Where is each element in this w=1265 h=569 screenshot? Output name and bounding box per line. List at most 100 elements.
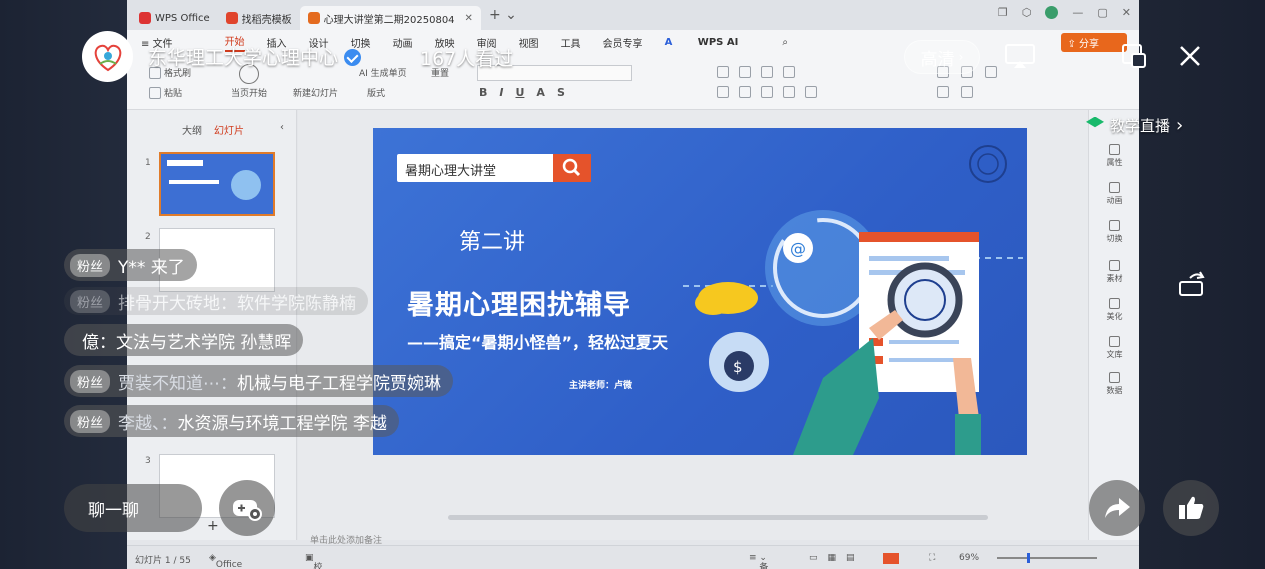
layout-button[interactable]: 版式 xyxy=(367,86,385,99)
fill-icon[interactable] xyxy=(985,66,997,78)
magnifier-icon xyxy=(553,154,591,182)
new-slide-button[interactable]: 新建幻灯片 xyxy=(293,86,338,99)
university-seal-icon xyxy=(969,145,1007,183)
tab-label: 找稻壳模板 xyxy=(241,14,292,26)
cast-icon xyxy=(1005,44,1035,68)
rail-library[interactable]: 文库 xyxy=(1089,336,1139,360)
add-slide-icon[interactable]: + xyxy=(207,518,219,534)
collapse-icon[interactable]: ‹ xyxy=(280,122,284,137)
fan-badge: 粉丝 xyxy=(70,253,111,277)
chat-message: 粉丝 李越、： 水资源与环境工程学院 李越 xyxy=(64,405,399,437)
search-icon[interactable]: ⌕ xyxy=(782,37,788,48)
indent-icon[interactable] xyxy=(761,66,773,78)
textbox-icon[interactable] xyxy=(937,86,949,98)
number-list-icon[interactable] xyxy=(739,66,751,78)
tab-wps-ai[interactable]: A WPS AI xyxy=(665,37,761,48)
fit-icon[interactable]: ⛶ xyxy=(929,553,935,563)
tab-presentation[interactable]: 心理大讲堂第二期20250804 ✕ xyxy=(299,6,481,30)
svg-text:$: $ xyxy=(733,358,743,376)
close-window-icon[interactable]: ✕ xyxy=(1122,6,1131,19)
tab-tools[interactable]: 工具 xyxy=(561,35,581,50)
rail-beautify[interactable]: 美化 xyxy=(1089,298,1139,322)
share-button-live[interactable] xyxy=(1089,480,1145,536)
rail-material[interactable]: 素材 xyxy=(1089,260,1139,284)
avatar[interactable] xyxy=(1045,6,1059,19)
tab-member[interactable]: 会员专享 xyxy=(603,35,643,50)
layout-icon[interactable]: ❐ xyxy=(998,6,1008,19)
close-icon xyxy=(1180,46,1200,66)
picture-icon[interactable] xyxy=(961,86,973,98)
slide-thumbnail[interactable] xyxy=(159,152,275,216)
shared-screen: WPS Office 找稻壳模板 心理大讲堂第二期20250804 ✕ + ⌄ ❐… xyxy=(127,0,1139,569)
rail-properties[interactable]: 属性 xyxy=(1089,144,1139,168)
horizontal-scrollbar[interactable] xyxy=(448,515,988,520)
thumb-number: 3 xyxy=(145,456,151,466)
rail-transition[interactable]: 切换 xyxy=(1089,220,1139,244)
rotate-screen-button[interactable] xyxy=(1174,266,1210,302)
zoom-thumb[interactable] xyxy=(1027,553,1030,563)
slide-counter: 幻灯片 1 / 55 xyxy=(135,556,191,566)
fan-badge: 粉丝 xyxy=(70,409,111,433)
from-current-button[interactable]: 当页开始 xyxy=(231,86,267,99)
columns-icon[interactable] xyxy=(805,86,817,98)
tab-view[interactable]: 视图 xyxy=(519,35,539,50)
zoom-slider[interactable] xyxy=(997,557,1097,559)
quality-button[interactable]: 高清 › xyxy=(904,40,980,74)
underline-icon[interactable]: U xyxy=(515,86,524,99)
rail-data[interactable]: 数据 xyxy=(1089,372,1139,396)
game-settings-button[interactable] xyxy=(219,480,275,536)
slide-search-box: 暑期心理大讲堂 xyxy=(397,154,591,182)
new-tab-icon[interactable]: + ⌄ xyxy=(489,7,517,23)
thumb-number: 2 xyxy=(145,232,151,242)
thumbs-up-icon xyxy=(1179,496,1204,519)
maximize-icon[interactable]: ▢ xyxy=(1097,6,1107,19)
float-window-button[interactable] xyxy=(1116,38,1152,74)
fan-badge: 粉丝 xyxy=(70,289,111,313)
strike-icon[interactable]: S xyxy=(557,86,565,99)
tab-template[interactable]: 找稻壳模板 xyxy=(218,6,300,30)
font-style-buttons: BIUAS xyxy=(479,86,565,99)
slideshow-play-icon[interactable] xyxy=(883,553,899,564)
bold-icon[interactable]: B xyxy=(479,86,487,99)
italic-icon[interactable]: I xyxy=(499,86,503,99)
proofing-button[interactable]: ▣ 校对 xyxy=(305,553,323,569)
minimize-icon[interactable]: — xyxy=(1072,6,1083,19)
notes-toggle[interactable]: ≡ 备注 ⌄ xyxy=(749,553,768,569)
align-left-icon[interactable] xyxy=(717,86,729,98)
lecture-number: 第二讲 xyxy=(459,230,526,255)
tab-label: WPS Office xyxy=(155,12,210,24)
cast-button[interactable] xyxy=(1002,38,1038,74)
ai-generate-button[interactable]: AI 生成单页 xyxy=(359,66,407,79)
align-center-icon[interactable] xyxy=(739,86,751,98)
chevron-right-icon: › xyxy=(958,50,964,64)
rail-animation[interactable]: 动画 xyxy=(1089,182,1139,206)
paste-button[interactable]: 粘贴 xyxy=(149,86,182,99)
line-spacing-icon[interactable] xyxy=(783,66,795,78)
tab-wps-office[interactable]: WPS Office xyxy=(131,6,218,30)
teaching-live-link[interactable]: 教学直播 › xyxy=(1086,115,1183,136)
tab-animation[interactable]: 动画 xyxy=(393,35,413,50)
verified-icon xyxy=(344,49,362,66)
window-controls: ❐ ⬡ — ▢ ✕ xyxy=(998,6,1131,19)
align-right-icon[interactable] xyxy=(761,86,773,98)
paste-icon xyxy=(149,86,161,99)
host-avatar[interactable] xyxy=(82,31,133,82)
bullet-list-icon[interactable] xyxy=(717,66,729,78)
skin-icon[interactable]: ⬡ xyxy=(1022,6,1032,19)
theme-label[interactable]: ◈ Office 主题 xyxy=(209,553,242,569)
chat-input[interactable]: 聊一聊 xyxy=(64,484,202,532)
like-button[interactable] xyxy=(1163,480,1219,536)
host-name[interactable]: 东华理工大学心理中心 xyxy=(148,43,362,70)
tab-outline[interactable]: 大纲 xyxy=(182,122,202,137)
material-icon xyxy=(1109,260,1120,271)
justify-icon[interactable] xyxy=(783,86,795,98)
analysis-illustration: @ $ xyxy=(683,210,1023,455)
current-slide[interactable]: 暑期心理大讲堂 第二讲 暑期心理困扰辅导 ——搞定“暑期小怪兽”，轻松过夏天 主… xyxy=(373,128,1027,455)
textbox-tools xyxy=(937,86,973,98)
close-icon[interactable]: ✕ xyxy=(465,13,473,24)
view-buttons[interactable]: ▭▦▤ xyxy=(809,553,865,563)
close-button[interactable] xyxy=(1172,38,1208,74)
status-bar: 幻灯片 1 / 55 ◈ Office 主题 ▣ 校对 ≡ 备注 ⌄ ▭▦▤ ⛶… xyxy=(127,545,1139,569)
font-color-icon[interactable]: A xyxy=(536,86,545,99)
tab-slides[interactable]: 幻灯片 xyxy=(214,122,244,137)
